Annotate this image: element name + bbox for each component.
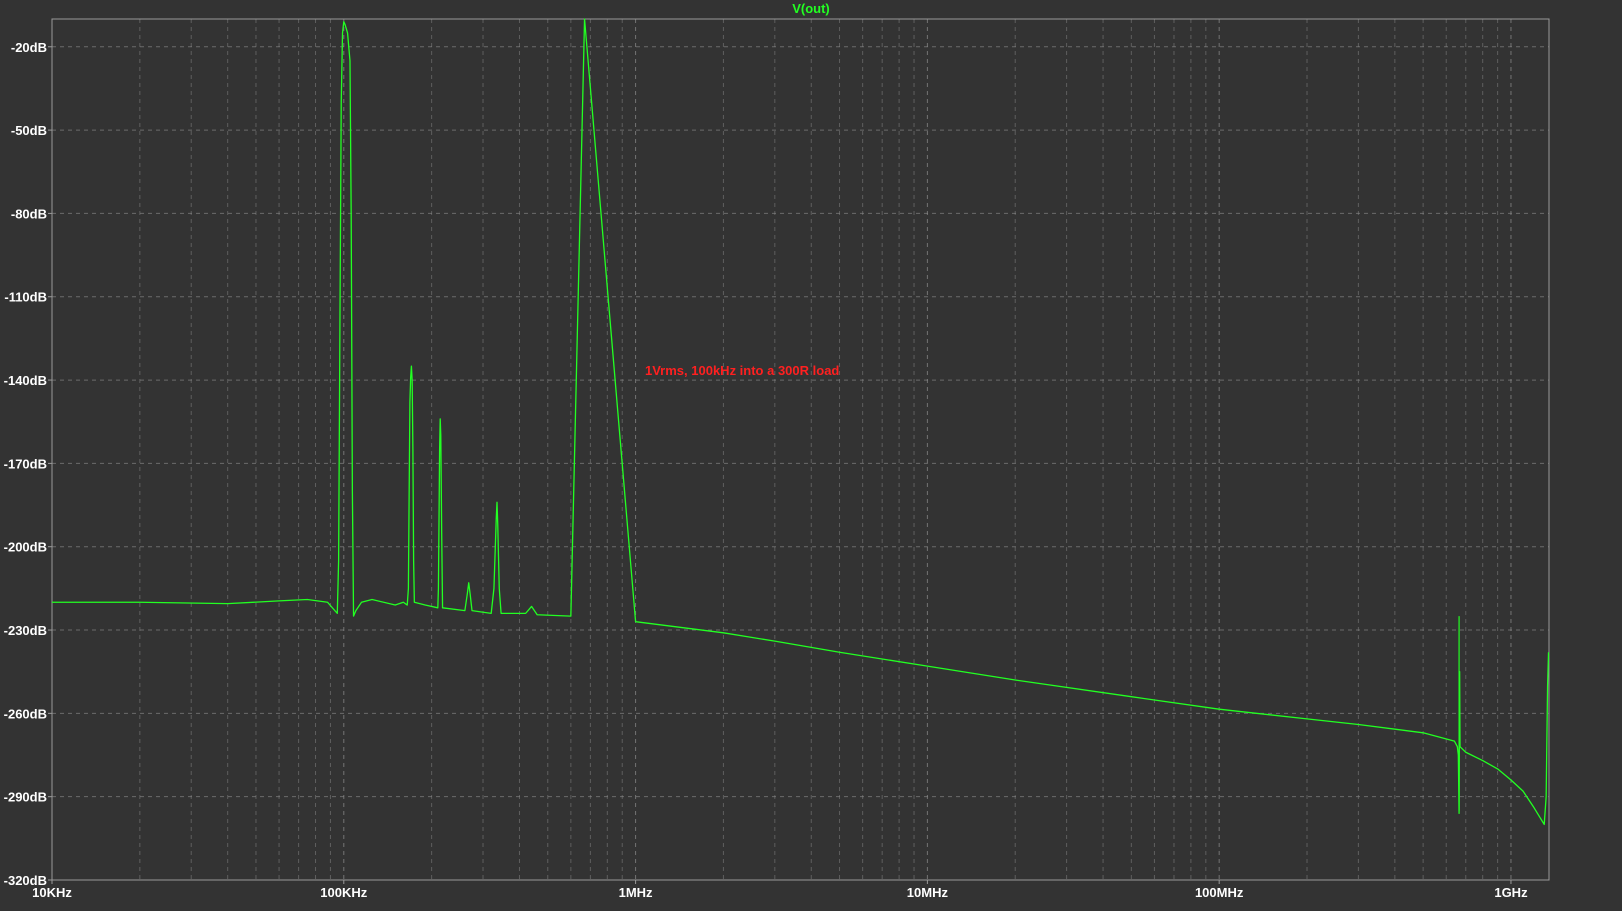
y-tick-label: -200dB: [4, 540, 47, 555]
y-tick-label: -320dB: [4, 873, 47, 888]
y-tick-label: -50dB: [11, 123, 47, 138]
x-tick-label: 10MHz: [907, 885, 949, 900]
x-tick-label: 100KHz: [320, 885, 367, 900]
plot-window[interactable]: 10KHz 100KHz 1MHz 10MHz 100MHz 1GHz -20dB -50d…: [0, 0, 1622, 906]
y-tick-label: -230dB: [4, 623, 47, 638]
x-tick-label: 100MHz: [1195, 885, 1244, 900]
x-tick-label: 1GHz: [1494, 885, 1528, 900]
y-tick-label: -170dB: [4, 456, 47, 471]
y-tick-label: -110dB: [4, 290, 47, 305]
annotation-label[interactable]: 1Vrms, 100kHz into a 300R load: [645, 363, 839, 378]
y-tick-label: -290dB: [4, 790, 47, 805]
x-tick-label: 1MHz: [619, 885, 653, 900]
y-tick-label: -140dB: [4, 373, 47, 388]
trace-title[interactable]: V(out): [792, 1, 830, 16]
spectrum-plot[interactable]: 10KHz 100KHz 1MHz 10MHz 100MHz 1GHz -20dB-50d…: [0, 0, 1622, 906]
y-tick-label: -20dB: [11, 40, 47, 55]
y-tick-label: -80dB: [11, 206, 47, 221]
y-tick-label: -260dB: [4, 706, 47, 721]
